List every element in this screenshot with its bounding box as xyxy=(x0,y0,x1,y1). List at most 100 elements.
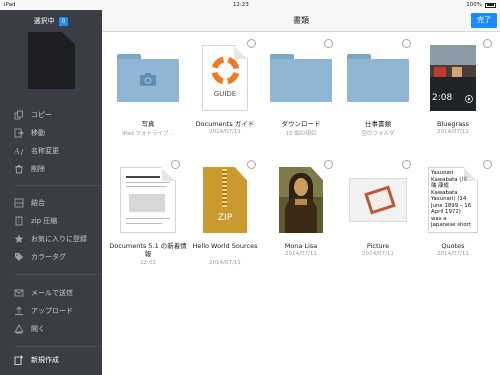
trash-icon xyxy=(14,164,24,174)
file-subtitle: iPad フォトライブ... xyxy=(122,131,174,137)
quotes-preview-text: Yasunari Kawabata (川端 康成 Kawabata Yasuna… xyxy=(431,170,472,228)
file-item-photos[interactable]: 写真 iPad フォトライブ... xyxy=(109,38,187,138)
sidebar-item-label: 移動 xyxy=(31,129,45,137)
file-name: Hello World Sources xyxy=(192,242,258,250)
file-name: Documents 5.1 の新着情報 xyxy=(109,242,187,258)
mona-lisa-thumbnail xyxy=(262,160,340,240)
sidebar-divider xyxy=(14,346,102,347)
clock: 12:23 xyxy=(232,2,249,8)
sidebar-item-move[interactable]: 移動 xyxy=(14,126,45,140)
top-toolbar: 書類 完了 xyxy=(102,10,500,32)
file-subtitle: 2014/07/11 xyxy=(437,251,469,257)
file-name: Mona Lisa xyxy=(284,242,318,250)
camera-icon xyxy=(140,73,156,86)
quotes-thumbnail: Yasunari Kawabata (川端 康成 Kawabata Yasuna… xyxy=(414,160,492,240)
sidebar-item-upload[interactable]: アップロード xyxy=(14,304,73,318)
svg-text:A: A xyxy=(14,147,20,156)
file-item-mona-lisa[interactable]: Mona Lisa 2014/07/11 xyxy=(262,160,340,270)
device-label: iPad xyxy=(4,2,16,8)
guide-badge: GUIDE xyxy=(213,90,237,98)
sidebar-item-label: 名称変更 xyxy=(31,147,59,155)
painting-image xyxy=(279,167,323,233)
copy-icon xyxy=(14,110,24,120)
file-subtitle: 2014/07/11 xyxy=(437,129,469,135)
new-file-icon xyxy=(14,355,24,365)
selection-header: 選択中 0 xyxy=(0,10,102,32)
sidebar-divider xyxy=(14,274,102,275)
rename-icon: A xyxy=(14,146,24,156)
file-subtitle: 10 個の項目 xyxy=(285,131,317,137)
sidebar-item-favorite[interactable]: お気に入りに登録 xyxy=(14,232,87,246)
file-item-documents-guide[interactable]: GUIDE Documents ガイド 2014/07/11 xyxy=(186,38,264,138)
new-document-label: 新規作成 xyxy=(31,356,59,364)
file-item-downloads[interactable]: ダウンロード 10 個の項目 xyxy=(262,38,340,138)
file-subtitle: 2014/07/11 xyxy=(209,129,241,135)
file-subtitle: 2014/07/11 xyxy=(362,251,394,257)
merge-icon xyxy=(14,198,24,208)
downloads-folder-thumbnail xyxy=(262,38,340,118)
page-title: 書類 xyxy=(293,16,309,25)
selection-label: 選択中 xyxy=(33,17,55,25)
file-name: 仕事書類 xyxy=(365,120,391,128)
guide-thumbnail: GUIDE xyxy=(186,38,264,118)
battery-icon xyxy=(485,2,496,8)
star-icon xyxy=(14,234,24,244)
sidebar-item-label: メールで送信 xyxy=(31,289,73,297)
file-name: Picture xyxy=(366,242,390,250)
sidebar-item-label: 開く xyxy=(31,325,45,333)
sidebar-item-label: カラータグ xyxy=(31,253,66,261)
document-page: GUIDE xyxy=(202,45,248,111)
picture-image xyxy=(349,178,407,222)
lifebuoy-icon xyxy=(211,56,240,85)
play-icon xyxy=(465,95,473,103)
sidebar-item-mail[interactable]: メールで送信 xyxy=(14,286,73,300)
zip-icon xyxy=(14,216,24,226)
new-document-button[interactable]: 新規作成 xyxy=(14,353,59,367)
selected-document-preview xyxy=(28,32,75,89)
mail-icon xyxy=(14,288,24,298)
file-name: Documents ガイド xyxy=(195,120,255,128)
work-folder-thumbnail xyxy=(339,38,417,118)
upload-icon xyxy=(14,306,24,316)
move-icon xyxy=(14,128,24,138)
file-name: Bluegrass xyxy=(437,120,469,128)
file-item-documents-whats-new[interactable]: Documents 5.1 の新着情報 12:01 xyxy=(109,160,187,270)
selection-count-badge: 0 xyxy=(58,16,69,26)
folder-icon xyxy=(117,54,179,102)
zip-badge: ZIP xyxy=(217,213,233,223)
sidebar-item-copy[interactable]: コピー xyxy=(14,108,52,122)
file-item-quotes[interactable]: Yasunari Kawabata (川端 康成 Kawabata Yasuna… xyxy=(414,160,492,270)
file-subtitle: 2014/07/11 xyxy=(285,251,317,257)
sidebar-item-zip[interactable]: zip 圧縮 xyxy=(14,214,57,228)
sidebar-item-merge[interactable]: 結合 xyxy=(14,196,45,210)
sidebar-item-label: アップロード xyxy=(31,307,73,315)
file-subtitle: 空のフォルダ xyxy=(361,131,395,137)
done-button[interactable]: 完了 xyxy=(471,13,497,28)
file-item-work-documents[interactable]: 仕事書類 空のフォルダ xyxy=(339,38,417,138)
file-item-hello-world-sources[interactable]: ZIP Hello World Sources 2014/07/11 xyxy=(186,160,264,270)
document-page xyxy=(120,167,176,233)
file-grid: 写真 iPad フォトライブ... GUIDE Documents ガイド 20… xyxy=(102,32,500,375)
file-subtitle: 2014/07/11 xyxy=(209,260,241,266)
document-page: Yasunari Kawabata (川端 康成 Kawabata Yasuna… xyxy=(428,167,478,233)
folder-icon xyxy=(270,54,332,102)
file-item-picture[interactable]: Picture 2014/07/11 xyxy=(339,160,417,270)
sidebar-item-color-tag[interactable]: カラータグ xyxy=(14,250,66,264)
battery-percent: 100% xyxy=(466,2,482,8)
sidebar-item-label: 削除 xyxy=(31,165,45,173)
sidebar-item-label: zip 圧縮 xyxy=(31,217,58,225)
zip-thumbnail: ZIP xyxy=(186,160,264,240)
file-name: Quotes xyxy=(441,242,465,250)
sidebar: 選択中 0 コピー 移動 A 名称変更 削除 結合 zip 圧縮 お気に入りに登… xyxy=(0,10,102,375)
file-item-bluegrass[interactable]: 2:08 Bluegrass 2014/07/11 xyxy=(414,38,492,138)
picture-thumbnail xyxy=(339,160,417,240)
whats-new-thumbnail xyxy=(109,160,187,240)
status-bar: iPad 12:23 100% xyxy=(0,0,500,10)
tag-icon xyxy=(14,252,24,262)
sidebar-item-open-in[interactable]: 開く xyxy=(14,322,45,336)
photos-folder-thumbnail xyxy=(109,38,187,118)
zip-archive-icon: ZIP xyxy=(203,167,247,233)
sidebar-item-rename[interactable]: A 名称変更 xyxy=(14,144,59,158)
sidebar-item-delete[interactable]: 削除 xyxy=(14,162,45,176)
file-subtitle: 12:01 xyxy=(140,260,156,266)
